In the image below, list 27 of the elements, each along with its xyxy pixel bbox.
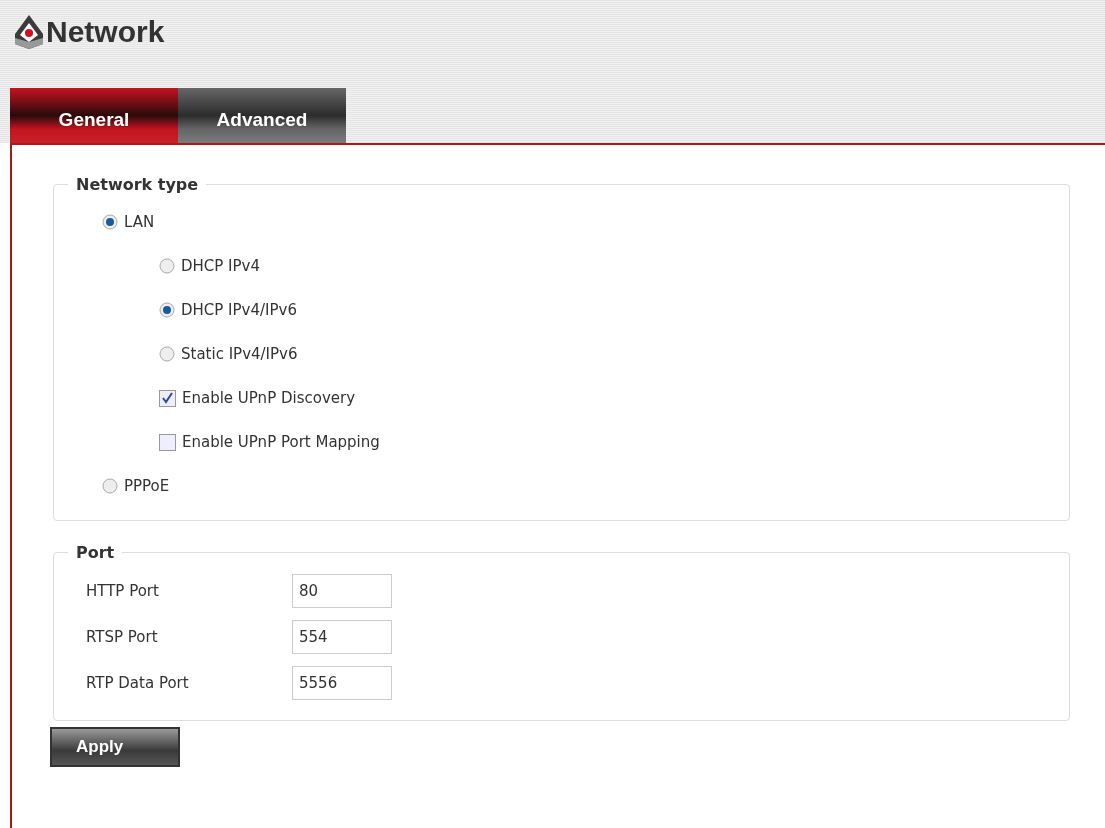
- radio-button[interactable]: [102, 478, 118, 494]
- port-input[interactable]: 554: [292, 620, 392, 654]
- apply-button[interactable]: Apply: [50, 727, 180, 767]
- checkbox[interactable]: [159, 389, 176, 407]
- group-legend: Port: [68, 543, 123, 562]
- option-label: PPPoE: [124, 477, 170, 495]
- page-title: Network: [46, 15, 165, 49]
- field-label: HTTP Port: [86, 582, 160, 600]
- checkbox[interactable]: [159, 433, 176, 451]
- radio-button[interactable]: [159, 346, 175, 362]
- option-label: LAN: [124, 213, 155, 231]
- option-label: Static IPv4/IPv6: [181, 345, 298, 363]
- option-label: Enable UPnP Port Mapping: [182, 433, 380, 451]
- option-label: Enable UPnP Discovery: [182, 389, 356, 407]
- tab[interactable]: Advanced: [178, 88, 346, 143]
- group-legend: Network type: [68, 175, 207, 194]
- radio-button[interactable]: [102, 214, 118, 230]
- field-label: RTP Data Port: [86, 674, 190, 692]
- option-label: DHCP IPv4/IPv6: [181, 301, 297, 319]
- field-label: RTSP Port: [86, 628, 159, 646]
- option-label: DHCP IPv4: [181, 257, 260, 275]
- port-input[interactable]: 5556: [292, 666, 392, 700]
- radio-button[interactable]: [159, 302, 175, 318]
- radio-button[interactable]: [159, 258, 175, 274]
- logo-icon: [14, 14, 44, 50]
- tab[interactable]: General: [10, 88, 178, 143]
- port-input[interactable]: 80: [292, 574, 392, 608]
